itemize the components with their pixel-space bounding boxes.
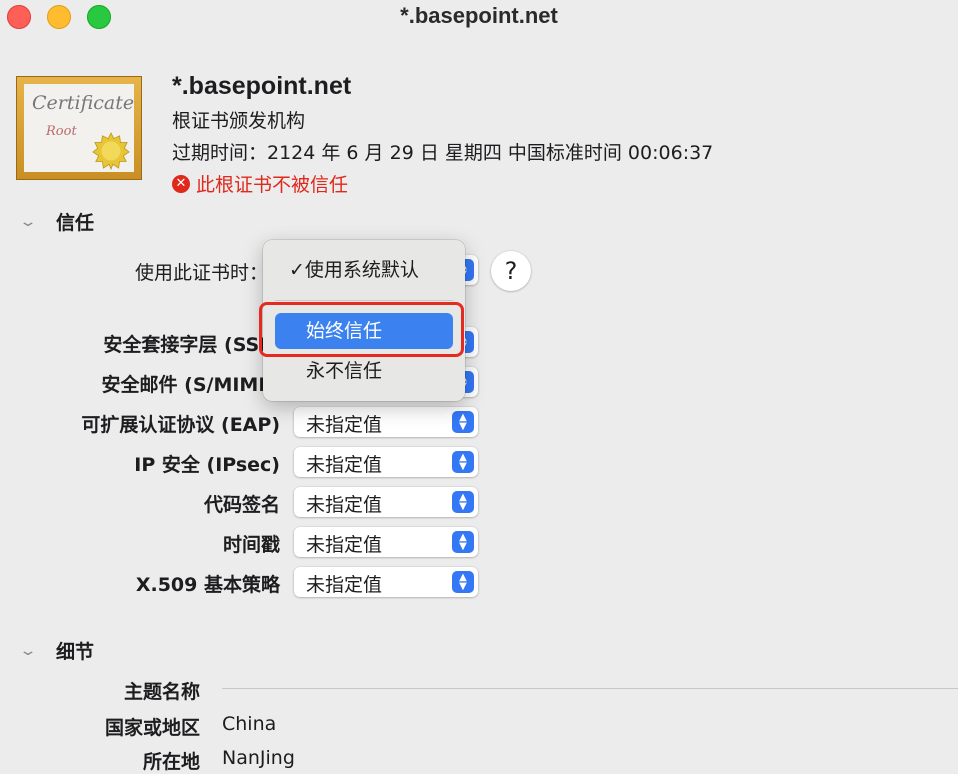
ipsec-label: IP 安全 (IPsec) — [134, 454, 280, 476]
error-x-icon: ✕ — [172, 174, 190, 193]
stepper-icon: ▲▼ — [452, 411, 474, 433]
trust-section-header[interactable]: ⌄ 信任 — [18, 208, 94, 235]
seal-icon — [92, 132, 130, 170]
certificate-name: *.basepoint.net — [172, 72, 352, 100]
window-title: *.basepoint.net — [400, 3, 558, 28]
locality-value: NanJing — [222, 747, 295, 769]
stepper-icon: ▲▼ — [452, 491, 474, 513]
locality-label: 所在地 — [142, 751, 200, 773]
menu-item-never-trust[interactable]: 永不信任 — [271, 353, 457, 389]
smime-label: 安全邮件 (S/MIME) — [101, 374, 280, 396]
menu-item-label: 使用系统默认 — [304, 259, 419, 281]
x509-value: 未指定值 — [306, 574, 383, 596]
code-signing-popup[interactable]: 未指定值 ▲ ▼ — [294, 487, 478, 517]
timestamp-popup[interactable]: 未指定值 ▲ ▼ — [294, 527, 478, 557]
country-value: China — [222, 713, 277, 735]
stepper-icon: ▲▼ — [452, 451, 474, 473]
ssl-label: 安全套接字层 (SSL) — [103, 334, 280, 356]
subject-divider — [222, 688, 958, 689]
chevron-down-icon: ⌄ — [18, 642, 38, 659]
stepper-icon: ▲▼ — [452, 571, 474, 593]
certificate-issuer: 根证书颁发机构 — [172, 110, 306, 132]
menu-item-label: 永不信任 — [306, 360, 383, 382]
title-bar: *.basepoint.net — [0, 0, 958, 34]
certificate-icon-text: Certificate — [32, 92, 135, 114]
checkmark-icon: ✓ — [289, 259, 305, 281]
timestamp-value: 未指定值 — [306, 534, 383, 556]
annotation-highlight-box — [259, 302, 464, 357]
details-section-title: 细节 — [56, 641, 95, 663]
eap-popup[interactable]: 未指定值 ▲ ▼ — [294, 407, 478, 437]
x509-label: X.509 基本策略 — [135, 574, 280, 596]
certificate-icon: Certificate Root — [16, 76, 142, 180]
timestamp-label: 时间戳 — [222, 534, 280, 556]
details-section-header[interactable]: ⌄ 细节 — [18, 637, 94, 664]
country-label: 国家或地区 — [104, 717, 200, 739]
chevron-down-icon: ⌄ — [18, 213, 38, 230]
menu-separator — [275, 300, 453, 301]
x509-popup[interactable]: 未指定值 ▲ ▼ — [294, 567, 478, 597]
trust-status-text: 此根证书不被信任 — [196, 174, 349, 196]
ipsec-value: 未指定值 — [306, 454, 383, 476]
code-signing-label: 代码签名 — [203, 494, 280, 516]
certificate-expiry: 过期时间：2124 年 6 月 29 日 星期四 中国标准时间 00:06:37 — [172, 142, 714, 164]
stepper-icon: ▲▼ — [452, 531, 474, 553]
subject-name-label: 主题名称 — [123, 681, 200, 703]
help-button[interactable]: ? — [491, 251, 531, 291]
trust-status: ✕ 此根证书不被信任 — [172, 170, 348, 197]
trust-section-title: 信任 — [56, 212, 95, 234]
eap-value: 未指定值 — [306, 414, 383, 436]
when-using-label: 使用此证书时： — [134, 262, 268, 284]
code-signing-value: 未指定值 — [306, 494, 383, 516]
certificate-icon-subtext: Root — [46, 124, 77, 139]
eap-label: 可扩展认证协议 (EAP) — [81, 414, 280, 436]
ipsec-popup[interactable]: 未指定值 ▲ ▼ — [294, 447, 478, 477]
menu-item-use-system-default[interactable]: ✓使用系统默认 — [271, 252, 457, 288]
